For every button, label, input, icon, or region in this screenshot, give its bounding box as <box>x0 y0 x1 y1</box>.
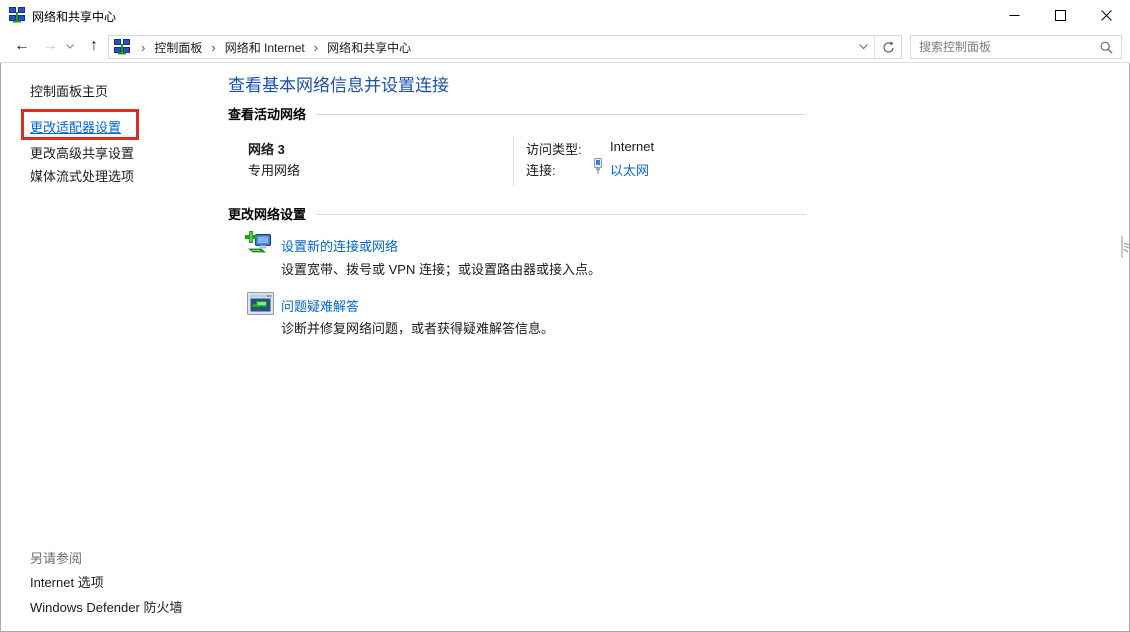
refresh-button[interactable] <box>874 36 901 58</box>
window-title: 网络和共享中心 <box>32 8 116 25</box>
minimize-button[interactable] <box>991 1 1037 30</box>
close-button[interactable] <box>1083 1 1129 30</box>
troubleshoot-description: 诊断并修复网络问题，或者获得疑难解答信息。 <box>281 318 554 337</box>
connection-ethernet-link[interactable]: 以太网 <box>610 160 649 179</box>
sidebar-item-change-adapter-settings[interactable]: 更改适配器设置 <box>30 117 121 136</box>
sidebar-item-windows-defender-firewall[interactable]: Windows Defender 防火墙 <box>30 597 182 616</box>
setup-new-connection-description: 设置宽带、拨号或 VPN 连接；或设置路由器或接入点。 <box>281 259 601 278</box>
refresh-icon <box>882 41 895 54</box>
network-name: 网络 3 <box>248 139 285 158</box>
breadcrumb-separator: › <box>206 40 220 55</box>
breadcrumb-network-sharing-center[interactable]: 网络和共享中心 <box>323 39 415 56</box>
forward-button[interactable]: → <box>38 34 62 58</box>
change-network-settings-header-label: 更改网络设置 <box>228 204 306 223</box>
back-button[interactable]: ← <box>10 34 34 58</box>
sidebar-item-internet-options[interactable]: Internet 选项 <box>30 572 104 591</box>
address-dropdown-button[interactable] <box>852 36 874 58</box>
minimize-icon <box>1009 10 1020 21</box>
access-type-label: 访问类型: <box>526 139 582 158</box>
ethernet-icon <box>592 158 604 177</box>
close-icon <box>1101 10 1112 21</box>
chevron-down-icon <box>859 44 868 50</box>
section-divider-line <box>316 214 806 215</box>
network-breadcrumb-icon <box>114 39 130 55</box>
see-also-header: 另请参阅 <box>30 548 82 567</box>
network-sharing-center-window: 网络和共享中心 ← → ↑ <box>0 0 1130 632</box>
search-icon[interactable] <box>1100 41 1113 54</box>
breadcrumb-separator: › <box>136 40 150 55</box>
active-networks-section-header: 查看活动网络 <box>228 104 806 123</box>
setup-new-connection-link[interactable]: 设置新的连接或网络 <box>281 236 398 255</box>
connection-label: 连接: <box>526 160 556 179</box>
address-bar[interactable]: › 控制面板 › 网络和 Internet › 网络和共享中心 <box>108 35 902 59</box>
page-title: 查看基本网络信息并设置连接 <box>228 71 449 96</box>
breadcrumb-separator: › <box>309 40 323 55</box>
network-profile: 专用网络 <box>248 160 300 179</box>
title-bar: 网络和共享中心 <box>0 0 1130 30</box>
troubleshoot-link[interactable]: 问题疑难解答 <box>281 296 359 315</box>
search-box <box>910 35 1122 59</box>
new-connection-icon <box>245 229 275 262</box>
network-info-divider <box>513 136 514 186</box>
breadcrumb-network-internet[interactable]: 网络和 Internet <box>221 39 309 56</box>
troubleshoot-icon <box>247 292 274 318</box>
maximize-button[interactable] <box>1037 1 1083 30</box>
search-input[interactable] <box>911 40 1100 54</box>
sidebar-item-change-advanced-sharing-settings[interactable]: 更改高级共享设置 <box>30 143 134 162</box>
maximize-icon <box>1055 10 1066 21</box>
active-networks-header-label: 查看活动网络 <box>228 104 306 123</box>
access-type-value: Internet <box>610 139 654 154</box>
network-app-icon <box>9 7 25 26</box>
section-divider-line <box>316 114 806 115</box>
recent-pages-dropdown-button[interactable] <box>62 34 78 58</box>
up-button[interactable]: ↑ <box>82 34 106 58</box>
change-network-settings-section-header: 更改网络设置 <box>228 204 806 223</box>
sidebar-item-control-panel-home[interactable]: 控制面板主页 <box>30 81 108 100</box>
edge-overlay-handle <box>1121 236 1130 261</box>
sidebar-item-media-streaming-options[interactable]: 媒体流式处理选项 <box>30 166 134 185</box>
breadcrumb-control-panel[interactable]: 控制面板 <box>150 39 206 56</box>
chevron-down-icon <box>66 44 74 49</box>
